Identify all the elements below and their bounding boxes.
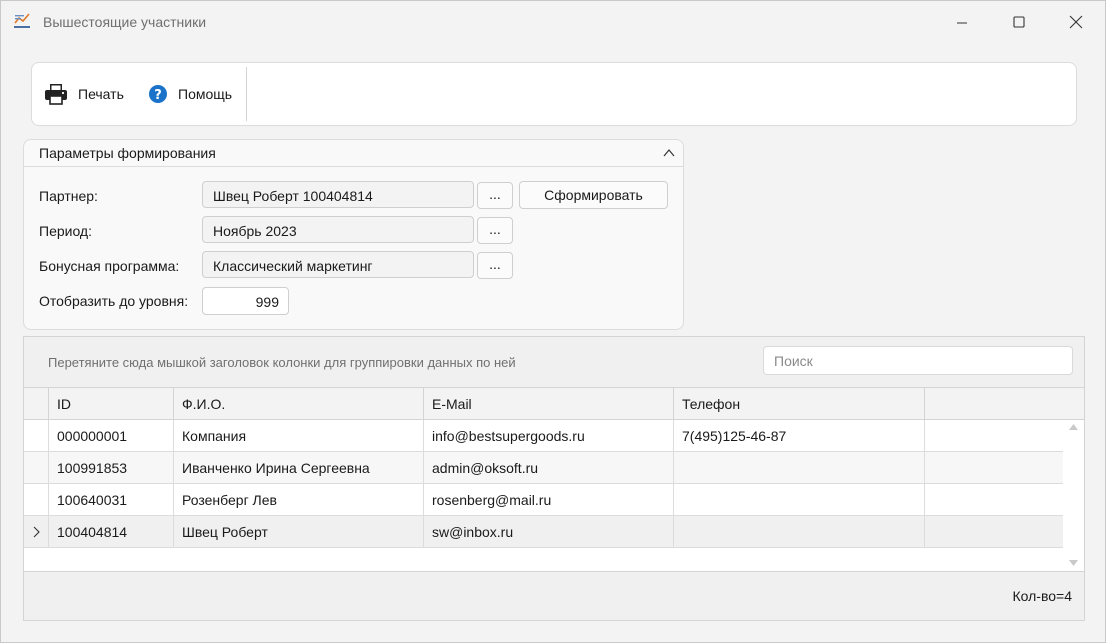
program-browse-button[interactable]: ...	[477, 252, 513, 279]
column-header-phone[interactable]: Телефон	[674, 388, 925, 419]
period-label: Период:	[39, 223, 92, 239]
program-label: Бонусная программа:	[39, 258, 180, 274]
chevron-right-icon	[33, 526, 40, 538]
printer-icon	[45, 84, 67, 105]
print-label: Печать	[78, 86, 124, 102]
partner-field[interactable]: Швец Роберт 100404814	[202, 181, 474, 208]
cell-name[interactable]: Компания	[174, 420, 424, 451]
cell-email[interactable]: sw@inbox.ru	[424, 516, 674, 547]
cell-email[interactable]: rosenberg@mail.ru	[424, 484, 674, 515]
chart-icon	[13, 12, 31, 30]
column-header-id[interactable]: ID	[49, 388, 174, 419]
period-field[interactable]: Ноябрь 2023	[202, 216, 474, 243]
cell-phone[interactable]	[674, 516, 925, 547]
row-indicator	[24, 452, 49, 483]
params-title: Параметры формирования	[39, 145, 216, 161]
table-row-selected[interactable]: 100404814 Швец Роберт sw@inbox.ru	[24, 516, 1063, 548]
cell-phone[interactable]: 7(495)125-46-87	[674, 420, 925, 451]
chevron-up-icon[interactable]	[662, 146, 676, 160]
title-bar: Вышестоящие участники	[1, 1, 1105, 43]
row-indicator	[24, 420, 49, 451]
scroll-up-icon[interactable]	[1069, 424, 1078, 430]
cell-phone[interactable]	[674, 484, 925, 515]
search-input[interactable]: Поиск	[763, 346, 1073, 375]
question-icon: ?	[149, 85, 167, 103]
column-header-name[interactable]: Ф.И.О.	[174, 388, 424, 419]
row-count: Кол-во=4	[1012, 588, 1073, 604]
cell-name[interactable]: Иванченко Ирина Сергеевна	[174, 452, 424, 483]
table-row[interactable]: 100640031 Розенберг Лев rosenberg@mail.r…	[24, 484, 1063, 516]
table-row[interactable]: 000000001 Компания info@bestsupergoods.r…	[24, 420, 1063, 452]
window-title: Вышестоящие участники	[43, 14, 207, 30]
column-header-email[interactable]: E-Mail	[424, 388, 674, 419]
help-button[interactable]: ? Помощь	[148, 81, 232, 107]
cell-id[interactable]: 100991853	[49, 452, 174, 483]
header-indicator	[24, 388, 49, 419]
params-panel: Параметры формирования Партнер: Швец Роб…	[23, 139, 684, 330]
toolbar-separator	[246, 67, 247, 121]
main-window: Вышестоящие участники Печать ? Помощь Па…	[0, 0, 1106, 643]
level-label: Отобразить до уровня:	[39, 293, 189, 309]
table-row[interactable]: 100991853 Иванченко Ирина Сергеевна admi…	[24, 452, 1063, 484]
toolbar: Печать ? Помощь	[31, 62, 1077, 126]
print-button[interactable]: Печать	[44, 81, 124, 107]
generate-button[interactable]: Сформировать	[519, 181, 668, 209]
cell-email[interactable]: admin@oksoft.ru	[424, 452, 674, 483]
data-grid: ID Ф.И.О. E-Mail Телефон 000000001 Компа…	[24, 387, 1084, 572]
group-panel-hint[interactable]: Перетяните сюда мышкой заголовок колонки…	[48, 355, 516, 370]
cell-name[interactable]: Швец Роберт	[174, 516, 424, 547]
partner-label: Партнер:	[39, 188, 98, 204]
minimize-button[interactable]	[933, 1, 991, 43]
grid-header: ID Ф.И.О. E-Mail Телефон	[24, 388, 1084, 420]
cell-phone[interactable]	[674, 452, 925, 483]
row-indicator	[24, 484, 49, 515]
row-indicator	[24, 516, 49, 547]
cell-name[interactable]: Розенберг Лев	[174, 484, 424, 515]
level-input[interactable]: 999	[202, 287, 289, 315]
cell-email[interactable]: info@bestsupergoods.ru	[424, 420, 674, 451]
grid-panel: Перетяните сюда мышкой заголовок колонки…	[23, 336, 1085, 621]
minimize-icon	[957, 22, 967, 24]
scroll-down-icon[interactable]	[1069, 560, 1078, 566]
maximize-button[interactable]	[990, 1, 1048, 43]
partner-browse-button[interactable]: ...	[477, 182, 513, 209]
period-browse-button[interactable]: ...	[477, 217, 513, 244]
close-button[interactable]	[1047, 1, 1105, 43]
maximize-icon	[1013, 16, 1025, 28]
cell-id[interactable]: 100640031	[49, 484, 174, 515]
cell-id[interactable]: 000000001	[49, 420, 174, 451]
close-icon	[1069, 15, 1083, 29]
params-header[interactable]: Параметры формирования	[24, 140, 683, 167]
help-label: Помощь	[178, 86, 233, 102]
vertical-scrollbar[interactable]	[1065, 420, 1082, 570]
cell-id[interactable]: 100404814	[49, 516, 174, 547]
program-field[interactable]: Классический маркетинг	[202, 251, 474, 278]
svg-text:?: ?	[154, 88, 162, 103]
